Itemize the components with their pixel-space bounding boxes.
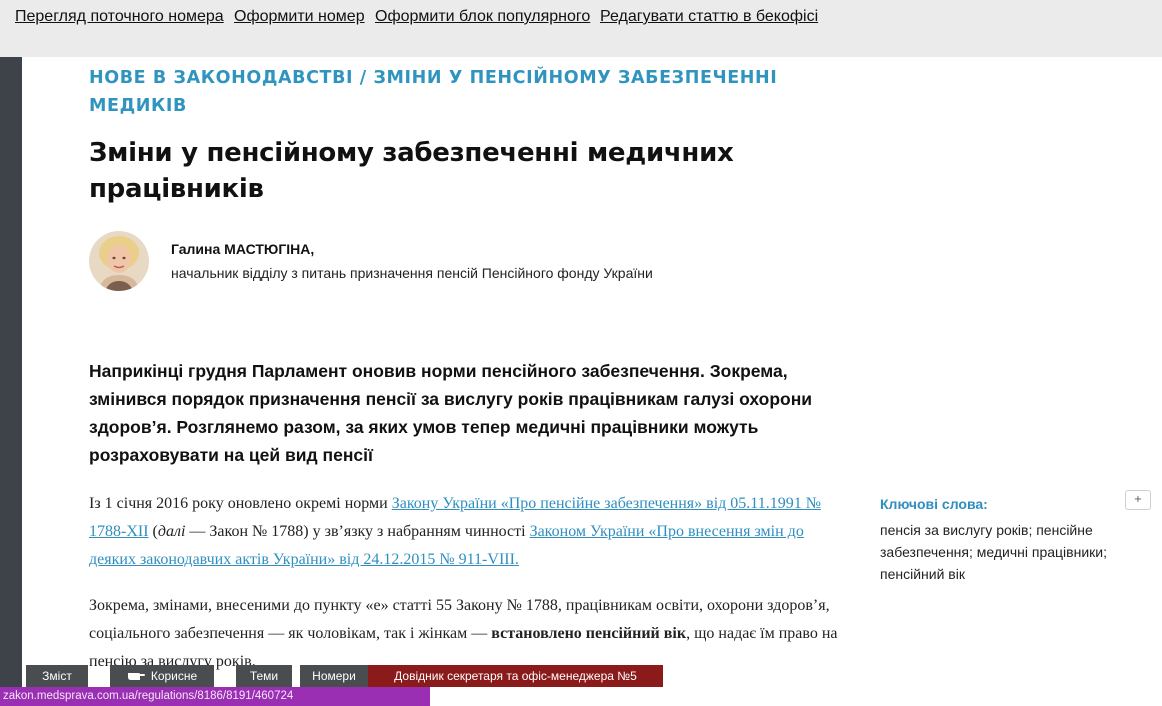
keywords-list[interactable]: пенсія за вислугу років; пенсійне забезп… (880, 519, 1110, 585)
article-paragraph-1: Із 1 січня 2016 року оновлено окремі нор… (89, 490, 849, 574)
tab-useful[interactable]: Корисне (110, 665, 214, 687)
tab-issues[interactable]: Номери (300, 665, 368, 687)
popular-block-link[interactable]: Оформити блок популярного (375, 8, 590, 26)
paragraph-text: ( (148, 523, 158, 540)
admin-toolbar: Перегляд поточного номера Оформити номер… (0, 0, 1162, 57)
pointing-hand-icon (127, 666, 145, 688)
author-avatar (89, 231, 149, 291)
author-position: начальник відділу з питань призначення п… (171, 265, 653, 281)
article-lead: Наприкінці грудня Парламент оновив норми… (89, 361, 813, 465)
tab-handbook[interactable]: Довідник секретаря та офіс-менеджера №5 (368, 665, 663, 687)
article-paragraph-2: Зокрема, змінами, внесеними до пункту «е… (89, 592, 849, 676)
article-rubric[interactable]: НОВЕ В ЗАКОНОДАВСТВІ / ЗМІНИ У ПЕНСІЙНОМ… (89, 64, 789, 120)
view-current-issue-link[interactable]: Перегляд поточного номера (15, 8, 224, 26)
paragraph-text: Із 1 січня 2016 року оновлено окремі нор… (89, 495, 392, 512)
edit-in-backoffice-link[interactable]: Редагувати статтю в бекофісі (600, 8, 818, 26)
keywords-title: Ключові слова: (880, 496, 988, 512)
author-name: Галина МАСТЮГІНА, (171, 241, 315, 257)
paragraph-bold: встановлено пенсійний вік (491, 625, 687, 642)
author-photo-icon (89, 231, 149, 291)
status-bar-url: zakon.medsprava.com.ua/regulations/8186/… (0, 687, 430, 706)
left-side-strip (0, 57, 22, 706)
tab-useful-label: Корисне (150, 669, 198, 683)
article-title: Зміни у пенсійному забезпеченні медичних… (89, 138, 734, 204)
add-comment-button[interactable]: + (1125, 490, 1151, 510)
issue-design-link[interactable]: Оформити номер (234, 8, 365, 26)
tab-contents[interactable]: Зміст (26, 665, 88, 687)
paragraph-text: — Закон № 1788) у зв’язку з набранням чи… (185, 523, 530, 540)
tab-topics[interactable]: Теми (236, 665, 292, 687)
paragraph-italic: далі (157, 523, 186, 540)
